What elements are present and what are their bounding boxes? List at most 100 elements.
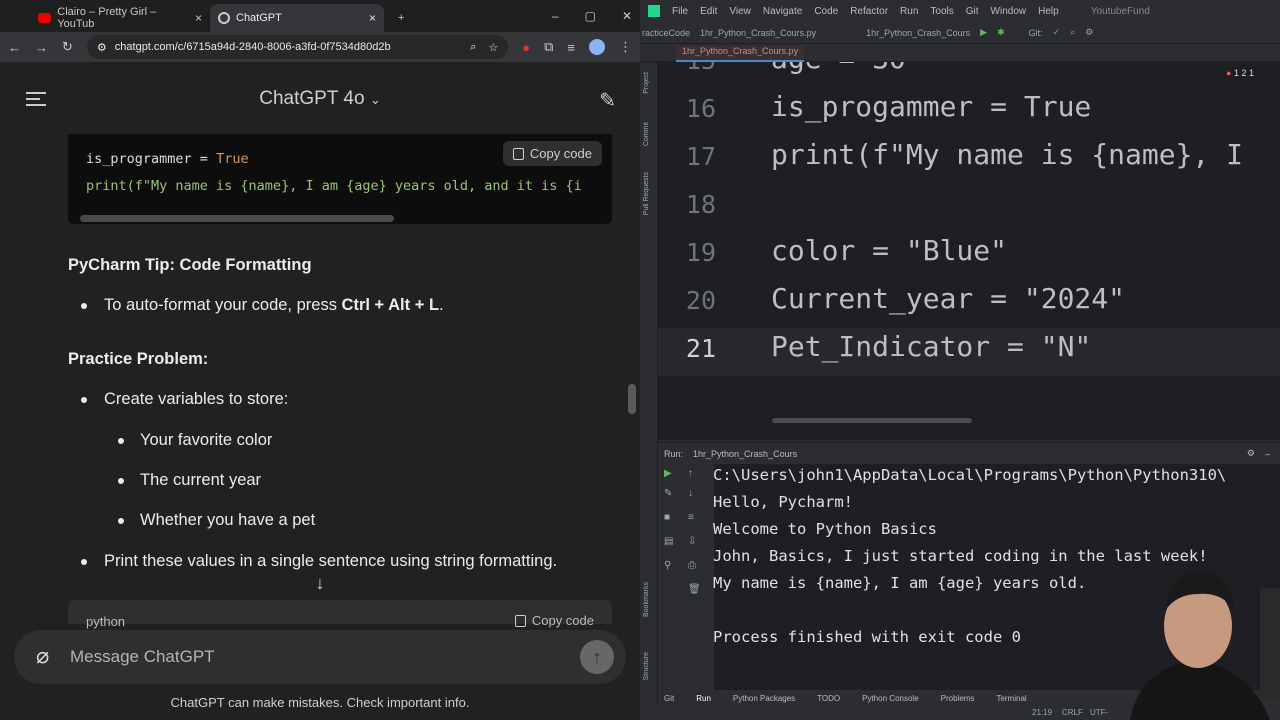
tool-tab-todo[interactable]: TODO (817, 694, 840, 703)
menu-run[interactable]: Run (900, 6, 918, 17)
print-icon[interactable]: ⎙ (688, 560, 696, 571)
list-item: Create variables to store: (104, 390, 289, 408)
model-selector[interactable]: ChatGPT 4o ⌄ (0, 88, 640, 110)
media-icon[interactable]: ≡ (567, 40, 575, 55)
extension-icon[interactable]: ● (522, 40, 530, 55)
code-line: color = "Blue" (771, 234, 1008, 267)
tab-title: ChatGPT (236, 12, 282, 24)
zoom-icon[interactable]: ⌕ (470, 41, 476, 54)
send-button[interactable]: ↑ (580, 640, 614, 674)
search-icon[interactable]: ⌕ (1070, 27, 1075, 38)
menu-refactor[interactable]: Refactor (850, 6, 888, 17)
close-icon[interactable]: ✕ (622, 9, 632, 23)
stop-icon[interactable]: ■ (664, 512, 670, 523)
minimize-icon[interactable]: – (552, 9, 559, 23)
practice-heading: Practice Problem: (68, 350, 209, 368)
scroll-down-icon[interactable]: ↓ (308, 573, 332, 597)
wrench-icon[interactable]: ✎ (664, 488, 672, 499)
structure-tool-label[interactable]: Structure (643, 652, 650, 680)
tip-heading: PyCharm Tip: Code Formatting (68, 256, 312, 274)
close-icon[interactable]: × (369, 11, 376, 25)
list-item: Your favorite color (140, 431, 273, 449)
tab-chatgpt[interactable]: ChatGPT × (210, 4, 384, 32)
project-tool-label[interactable]: Project (643, 72, 650, 94)
window-controls: – ▢ ✕ (552, 0, 632, 32)
scroll-end-icon[interactable]: ⇩ (688, 536, 696, 547)
copy-code-button[interactable]: Copy code (502, 141, 602, 166)
menu-git[interactable]: Git (966, 6, 979, 17)
gear-icon[interactable]: ⚙ (1247, 448, 1255, 459)
inspection-widget[interactable]: ● 1 2 1 (1226, 68, 1254, 78)
chevron-down-icon: ⌄ (369, 92, 381, 107)
tool-tab-terminal[interactable]: Terminal (996, 694, 1026, 703)
bookmark-star-icon[interactable]: ☆ (488, 41, 498, 54)
line-number: 21 (685, 334, 716, 363)
url-field[interactable]: ⚙ chatgpt.com/c/6715a94d-2840-8006-a3fd-… (86, 35, 509, 59)
tool-tab-problems[interactable]: Problems (941, 694, 975, 703)
horizontal-scrollbar[interactable] (80, 215, 394, 222)
extensions-icon[interactable]: ⧉ (544, 39, 553, 55)
menu-code[interactable]: Code (814, 6, 838, 17)
attach-icon[interactable]: ⌀ (36, 643, 49, 669)
file-encoding[interactable]: UTF- (1090, 708, 1108, 717)
maximize-icon[interactable]: ▢ (585, 9, 596, 23)
line-separator[interactable]: CRLF (1062, 708, 1083, 717)
pull-requests-tool-label[interactable]: Pull Requests (643, 172, 650, 215)
editor-horizontal-scrollbar[interactable] (772, 418, 972, 423)
forward-icon[interactable]: → (35, 40, 48, 55)
message-input[interactable] (70, 644, 550, 670)
bookmarks-tool-label[interactable]: Bookmarks (643, 582, 650, 617)
debug-icon[interactable]: ✱ (997, 27, 1005, 38)
soft-wrap-icon[interactable]: ≡ (688, 512, 694, 523)
back-icon[interactable]: ← (8, 40, 21, 55)
site-info-icon[interactable]: ⚙ (97, 41, 107, 54)
menu-help[interactable]: Help (1038, 6, 1059, 17)
run-tab[interactable]: 1hr_Python_Crash_Cours (693, 449, 797, 459)
tool-tab-run[interactable]: Run (696, 694, 711, 703)
reload-icon[interactable]: ↻ (62, 39, 73, 55)
breadcrumb-project[interactable]: racticeCode (642, 28, 690, 38)
console-line: C:\Users\john1\AppData\Local\Programs\Py… (713, 466, 1227, 484)
navigation-toolbar: racticeCode 1hr_Python_Crash_Cours.py 1h… (640, 22, 1280, 44)
tab-youtube[interactable]: Clairo – Pretty Girl – YouTub × (30, 4, 210, 32)
menu-tools[interactable]: Tools (930, 6, 953, 17)
model-label: ChatGPT 4o (259, 88, 365, 109)
vertical-scrollbar[interactable] (628, 384, 636, 414)
trash-icon[interactable]: 🗑 (688, 584, 701, 595)
up-icon[interactable]: ↑ (688, 468, 693, 479)
tool-tab-python-packages[interactable]: Python Packages (733, 694, 795, 703)
breadcrumb-file[interactable]: 1hr_Python_Crash_Cours.py (700, 28, 816, 38)
console-line: Hello, Pycharm! (713, 493, 853, 511)
pin-icon[interactable]: ⚲ (664, 560, 671, 571)
menu-window[interactable]: Window (991, 6, 1027, 17)
close-icon[interactable]: × (195, 11, 202, 25)
menu-icon[interactable]: ⋮ (619, 39, 632, 55)
list-item: The current year (140, 471, 262, 489)
run-config-selector[interactable]: 1hr_Python_Crash_Cours (866, 28, 970, 38)
commit-tool-label[interactable]: Commit (643, 122, 650, 146)
editor-tab[interactable]: 1hr_Python_Crash_Cours.py (676, 46, 805, 62)
run-toolbar: ▶ ↑ ✎ ↓ ■ ≡ ▤ ⇩ ⚲ ⎙ 🗑 (658, 464, 714, 690)
profile-avatar[interactable] (589, 39, 605, 55)
address-bar: ← → ↻ ⚙ chatgpt.com/c/6715a94d-2840-8006… (0, 32, 640, 62)
webcam-overlay (1130, 571, 1280, 720)
new-tab-button[interactable]: + (390, 4, 410, 32)
menu-view[interactable]: View (729, 6, 751, 17)
menu-edit[interactable]: Edit (700, 6, 717, 17)
tool-tab-git[interactable]: Git (664, 694, 674, 703)
rerun-icon[interactable]: ▶ (664, 468, 672, 479)
layout-icon[interactable]: ▤ (664, 536, 673, 547)
run-icon[interactable]: ▶ (980, 27, 987, 38)
commit-icon[interactable]: ✓ (1053, 27, 1061, 38)
code-editor[interactable]: 15 16 17 18 19 20 21 age = 30 is_progamm… (658, 62, 1280, 440)
code-line: Current_year = "2024" (771, 282, 1126, 315)
gear-icon[interactable]: ⚙ (1085, 27, 1093, 38)
new-chat-icon[interactable]: ✎ (599, 88, 616, 113)
menu-file[interactable]: File (672, 6, 688, 17)
caret-position[interactable]: 21:19 (1032, 708, 1052, 717)
tool-tab-python-console[interactable]: Python Console (862, 694, 918, 703)
minimize-panel-icon[interactable]: – (1265, 449, 1270, 459)
menu-navigate[interactable]: Navigate (763, 6, 802, 17)
copy-code-button[interactable]: Copy code (514, 613, 594, 628)
down-icon[interactable]: ↓ (688, 488, 693, 499)
